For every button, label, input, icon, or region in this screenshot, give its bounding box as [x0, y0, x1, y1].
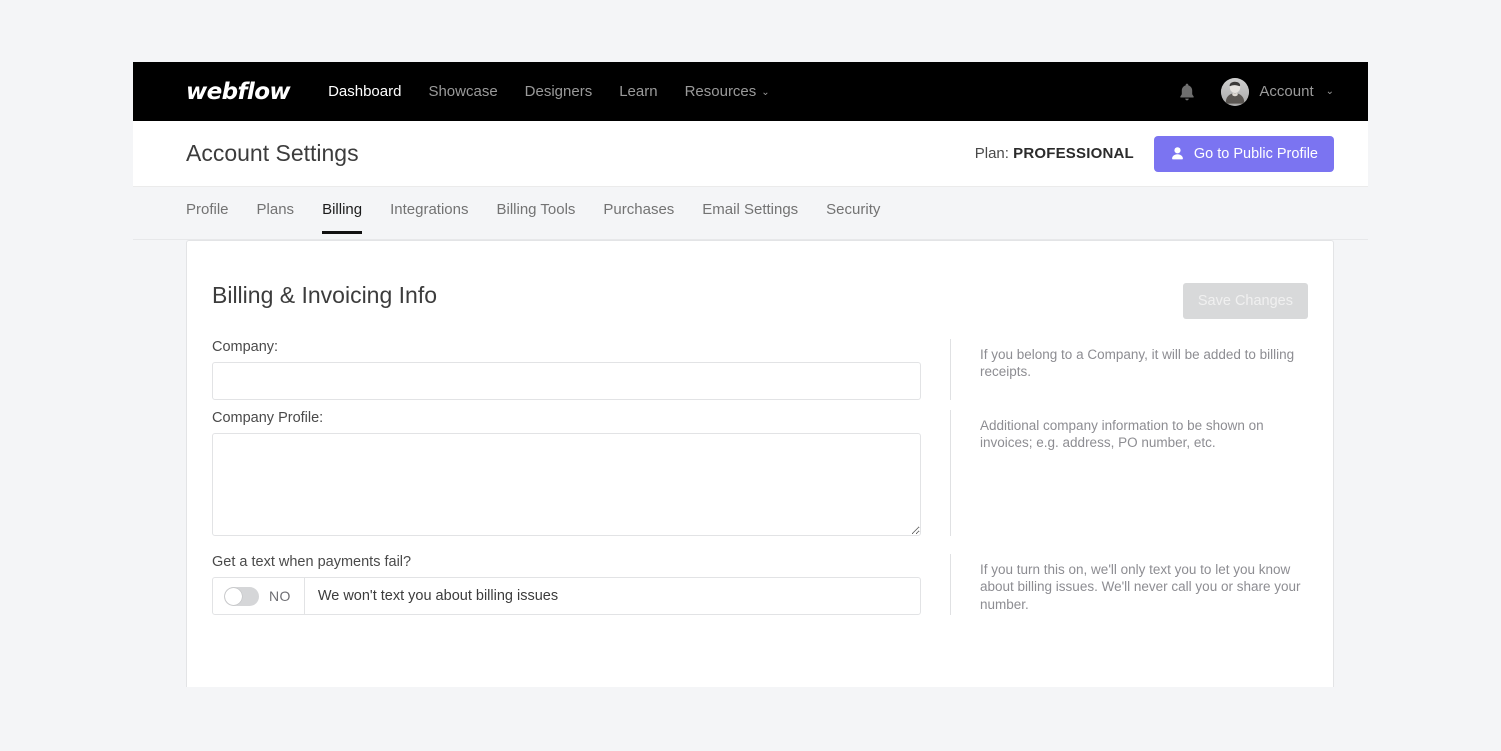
form-row-company-left: Company: [212, 339, 921, 400]
nav-link-dashboard[interactable]: Dashboard [328, 84, 401, 99]
form-row-company-profile-left: Company Profile: [212, 410, 921, 536]
company-profile-label: Company Profile: [212, 410, 324, 426]
nav-link-designers[interactable]: Designers [525, 84, 593, 99]
text-alerts-label: Get a text when payments fail? [212, 554, 412, 570]
tab-integrations[interactable]: Integrations [390, 187, 468, 234]
card-header: Billing & Invoicing Info Save Changes [212, 266, 1308, 319]
nav-link-learn[interactable]: Learn [619, 84, 657, 99]
webflow-logo[interactable]: webflow [186, 79, 291, 105]
company-label: Company: [212, 339, 279, 355]
nav-link-resources-label: Resources [684, 83, 757, 100]
go-to-public-profile-button[interactable]: Go to Public Profile [1153, 135, 1334, 172]
billing-card: Billing & Invoicing Info Save Changes Co… [186, 240, 1334, 687]
text-alerts-control: NO We won't text you about billing issue… [212, 577, 921, 615]
company-profile-help-text: Additional company information to be sho… [980, 418, 1264, 451]
form-row-company-right: If you belong to a Company, it will be a… [921, 339, 1308, 400]
form-row-company-profile: Company Profile: Additional company info… [212, 410, 1308, 536]
nav-link-resources[interactable]: Resources ⌄ [685, 84, 770, 99]
avatar [1221, 77, 1250, 106]
billing-form: Company: If you belong to a Company, it … [212, 319, 1308, 615]
account-label: Account [1259, 83, 1314, 100]
form-row-text-alerts-right: If you turn this on, we'll only text you… [921, 554, 1308, 615]
toggle-state-label: NO [269, 588, 291, 604]
top-navbar: webflow Dashboard Showcase Designers Lea… [133, 62, 1368, 121]
toggle-switch[interactable] [224, 586, 259, 606]
tab-profile[interactable]: Profile [186, 187, 229, 234]
toggle-knob [225, 587, 242, 605]
form-row-company-profile-right: Additional company information to be sho… [921, 410, 1308, 536]
tab-security[interactable]: Security [826, 187, 880, 234]
help-divider [950, 410, 951, 536]
company-input[interactable] [212, 362, 921, 400]
nav-link-showcase[interactable]: Showcase [428, 84, 497, 99]
card-area: Billing & Invoicing Info Save Changes Co… [133, 240, 1368, 687]
header-right: Plan: PROFESSIONAL Go to Public Profile [975, 135, 1334, 172]
form-row-text-alerts-left: Get a text when payments fail? NO We won… [212, 554, 921, 615]
tab-billing-tools[interactable]: Billing Tools [496, 187, 575, 234]
company-profile-textarea[interactable] [212, 433, 921, 536]
navbar-right: Account ⌄ [1176, 77, 1334, 106]
save-changes-button[interactable]: Save Changes [1182, 283, 1308, 319]
tab-purchases[interactable]: Purchases [603, 187, 674, 234]
form-row-text-alerts: Get a text when payments fail? NO We won… [212, 554, 1308, 615]
settings-header: Account Settings Plan: PROFESSIONAL Go t… [133, 121, 1368, 187]
text-alerts-message: We won't text you about billing issues [317, 588, 559, 604]
tab-email-settings[interactable]: Email Settings [702, 187, 798, 234]
app-window: webflow Dashboard Showcase Designers Lea… [133, 62, 1368, 687]
company-help-text: If you belong to a Company, it will be a… [980, 347, 1295, 380]
chevron-down-icon: ⌄ [761, 87, 770, 98]
card-title: Billing & Invoicing Info [212, 282, 438, 308]
tab-billing[interactable]: Billing [322, 187, 363, 234]
bell-icon[interactable] [1176, 80, 1198, 104]
primary-nav: Dashboard Showcase Designers Learn Resou… [328, 84, 770, 99]
help-divider [950, 339, 951, 400]
page-title: Account Settings [186, 140, 359, 166]
plan-value: PROFESSIONAL [1013, 145, 1134, 162]
account-menu[interactable]: Account ⌄ [1221, 77, 1334, 106]
go-to-public-profile-label: Go to Public Profile [1193, 145, 1318, 162]
form-row-company: Company: If you belong to a Company, it … [212, 339, 1308, 400]
text-alerts-toggle[interactable]: NO [213, 578, 305, 614]
tab-plans[interactable]: Plans [257, 187, 295, 234]
text-alerts-help-text: If you turn this on, we'll only text you… [980, 562, 1301, 612]
person-icon [1170, 146, 1185, 161]
settings-tabs: Profile Plans Billing Integrations Billi… [133, 187, 1368, 240]
plan-status: Plan: PROFESSIONAL [975, 145, 1134, 162]
help-divider [950, 554, 951, 615]
chevron-down-icon: ⌄ [1325, 86, 1334, 97]
plan-prefix: Plan: [974, 145, 1009, 162]
